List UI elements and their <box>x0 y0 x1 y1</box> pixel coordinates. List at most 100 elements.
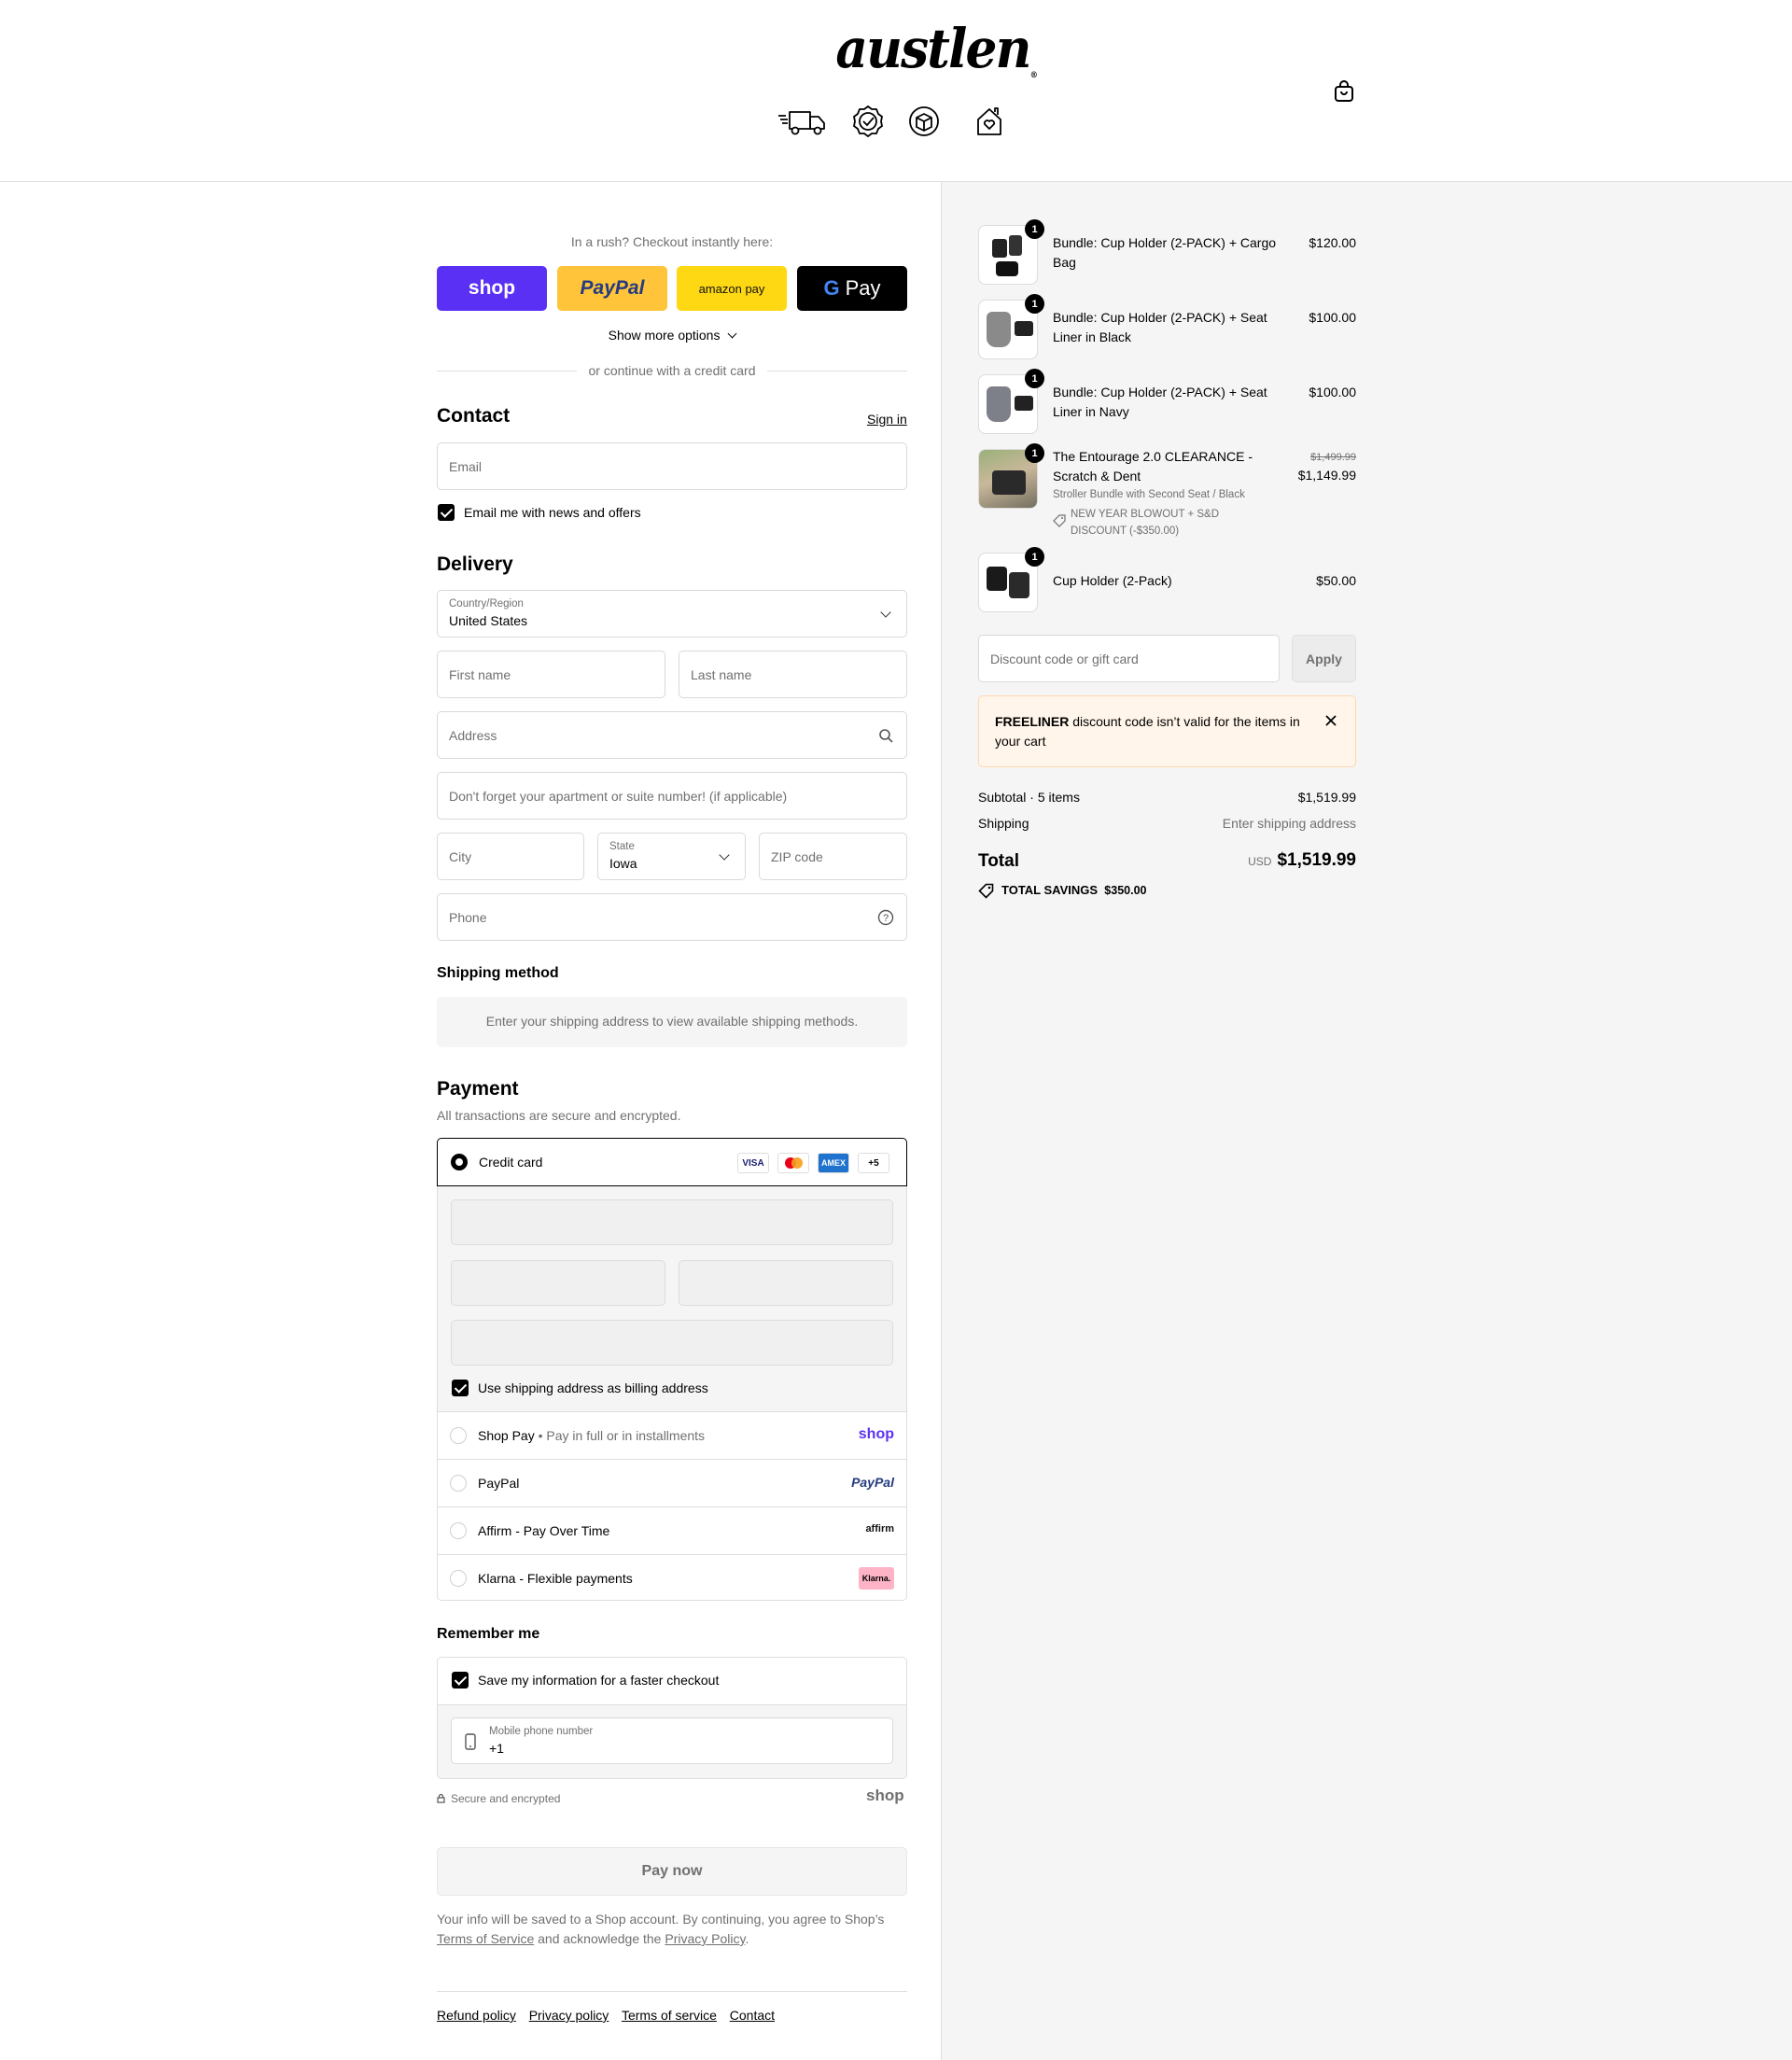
country-select[interactable]: Country/Region United States <box>437 590 907 638</box>
address-field[interactable]: Address <box>437 711 907 759</box>
klarna-logo: Klarna. <box>859 1567 894 1590</box>
chevron-down-icon <box>880 607 891 618</box>
remember-me-heading: Remember me <box>437 1626 540 1642</box>
card-name-field[interactable] <box>451 1320 893 1366</box>
subtotal-label: Subtotal · 5 items <box>978 790 1080 805</box>
save-info-checkbox[interactable] <box>452 1672 469 1689</box>
delivery-heading: Delivery <box>437 554 513 575</box>
shop-pay-radio[interactable] <box>450 1427 467 1444</box>
lock-icon <box>437 1793 445 1803</box>
google-pay-express-button[interactable]: G Pay <box>797 266 907 311</box>
product-variant: Stroller Bundle with Second Seat / Black <box>1053 489 1245 500</box>
newsletter-checkbox[interactable] <box>438 504 455 521</box>
discount-code-field[interactable]: Discount code or gift card <box>978 635 1280 682</box>
product-price: $1,149.99 <box>1297 468 1356 483</box>
billing-same-label: Use shipping address as billing address <box>478 1380 708 1395</box>
pay-now-button[interactable]: Pay now <box>437 1847 907 1896</box>
quantity-badge: 1 <box>1025 443 1044 463</box>
shipping-method-notice: Enter your shipping address to view avai… <box>437 997 907 1047</box>
mobile-phone-field[interactable]: Mobile phone number +1 <box>451 1717 893 1764</box>
shipping-value: Enter shipping address <box>1222 816 1356 831</box>
footer-divider <box>437 1991 907 1992</box>
search-icon <box>879 729 893 743</box>
express-checkout-prompt: In a rush? Checkout instantly here: <box>570 234 774 249</box>
city-field[interactable]: City <box>437 833 584 880</box>
sign-in-link[interactable]: Sign in <box>867 412 907 427</box>
discount-error-text: FREELINER discount code isn’t valid for … <box>995 714 1300 749</box>
last-name-field[interactable]: Last name <box>679 651 907 698</box>
email-field[interactable]: Email <box>437 442 907 490</box>
shipping-label: Shipping <box>978 816 1029 831</box>
total-label: Total <box>978 851 1019 871</box>
mobile-phone-icon <box>465 1733 476 1750</box>
discount-tag-icon <box>1053 514 1066 527</box>
paypal-option[interactable]: PayPal PayPal <box>437 1459 907 1506</box>
affirm-radio[interactable] <box>450 1522 467 1539</box>
payment-heading: Payment <box>437 1078 519 1100</box>
visa-icon: VISA <box>737 1153 769 1173</box>
product-discount: NEW YEAR BLOWOUT + S&D DISCOUNT (-$350.0… <box>1071 509 1220 537</box>
chevron-down-icon <box>719 849 730 861</box>
product-title: Bundle: Cup Holder (2-PACK) + Seat Liner… <box>1053 385 1267 419</box>
verified-badge-icon <box>853 105 883 138</box>
chevron-down-icon <box>727 329 737 339</box>
apply-discount-button[interactable]: Apply <box>1292 635 1356 682</box>
quantity-badge: 1 <box>1025 294 1044 314</box>
help-icon[interactable]: ? <box>877 909 894 926</box>
footer-links: Refund policy Privacy policy Terms of se… <box>437 2008 775 2023</box>
card-cvv-field[interactable] <box>679 1260 893 1306</box>
privacy-policy-link[interactable]: Privacy Policy <box>665 1931 745 1946</box>
product-title: Bundle: Cup Holder (2-PACK) + Cargo Bag <box>1053 235 1277 270</box>
terms-of-service-footer-link[interactable]: Terms of service <box>622 2008 717 2023</box>
mastercard-icon <box>777 1153 809 1173</box>
apartment-field[interactable]: Don't forget your apartment or suite num… <box>437 772 907 820</box>
card-expiry-field[interactable] <box>451 1260 665 1306</box>
contact-heading: Contact <box>437 405 511 427</box>
svg-text:?: ? <box>883 913 889 924</box>
brand-logo[interactable]: austlen® <box>835 17 1037 80</box>
savings-tag-icon <box>978 883 994 899</box>
credit-card-radio[interactable] <box>451 1154 468 1170</box>
amazon-pay-express-button[interactable]: amazon pay <box>677 266 787 311</box>
show-more-options-link[interactable]: Show more options <box>437 328 907 343</box>
shopping-bag-icon[interactable] <box>1331 78 1357 105</box>
billing-same-checkbox[interactable] <box>452 1380 469 1396</box>
shipping-method-heading: Shipping method <box>437 965 559 981</box>
terms-of-service-link[interactable]: Terms of Service <box>437 1931 534 1946</box>
zip-field[interactable]: ZIP code <box>759 833 907 880</box>
affirm-logo: affirm <box>865 1523 894 1534</box>
klarna-option[interactable]: Klarna - Flexible payments Klarna. <box>437 1554 907 1602</box>
affirm-option[interactable]: Affirm - Pay Over Time affirm <box>437 1506 907 1554</box>
total-value: USD $1,519.99 <box>1248 850 1356 870</box>
paypal-express-button[interactable]: PayPal <box>557 266 667 311</box>
product-title: Bundle: Cup Holder (2-PACK) + Seat Liner… <box>1053 310 1267 344</box>
quantity-badge: 1 <box>1025 219 1044 239</box>
shop-logo: shop <box>866 1787 904 1804</box>
product-title: The Entourage 2.0 CLEARANCE - Scratch & … <box>1053 449 1253 483</box>
state-select[interactable]: State Iowa <box>597 833 746 880</box>
subtotal-value: $1,519.99 <box>1297 790 1356 805</box>
header: austlen® <box>0 0 1792 182</box>
shop-pay-option[interactable]: Shop Pay • Pay in full or in installment… <box>437 1411 907 1459</box>
legal-text: Your info will be saved to a Shop accoun… <box>437 1912 885 1946</box>
card-number-field[interactable] <box>451 1199 893 1245</box>
credit-card-label: Credit card <box>479 1155 543 1170</box>
product-title: Cup Holder (2-Pack) <box>1053 573 1172 588</box>
refund-policy-link[interactable]: Refund policy <box>437 2008 516 2023</box>
phone-field[interactable]: Phone ? <box>437 893 907 941</box>
paypal-radio[interactable] <box>450 1475 467 1492</box>
shop-pay-express-button[interactable]: shop <box>437 266 547 311</box>
product-original-price: $1,499.99 <box>1310 452 1356 463</box>
first-name-field[interactable]: First name <box>437 651 665 698</box>
close-icon[interactable] <box>1324 714 1337 727</box>
product-price: $120.00 <box>1309 235 1356 250</box>
product-price: $50.00 <box>1316 573 1356 588</box>
home-heart-icon <box>977 107 1001 135</box>
contact-link[interactable]: Contact <box>730 2008 775 2023</box>
quantity-badge: 1 <box>1025 547 1044 567</box>
privacy-policy-footer-link[interactable]: Privacy policy <box>529 2008 609 2023</box>
klarna-radio[interactable] <box>450 1570 467 1587</box>
google-g-icon: G <box>823 276 840 300</box>
product-price: $100.00 <box>1309 385 1356 399</box>
newsletter-label: Email me with news and offers <box>464 505 641 520</box>
